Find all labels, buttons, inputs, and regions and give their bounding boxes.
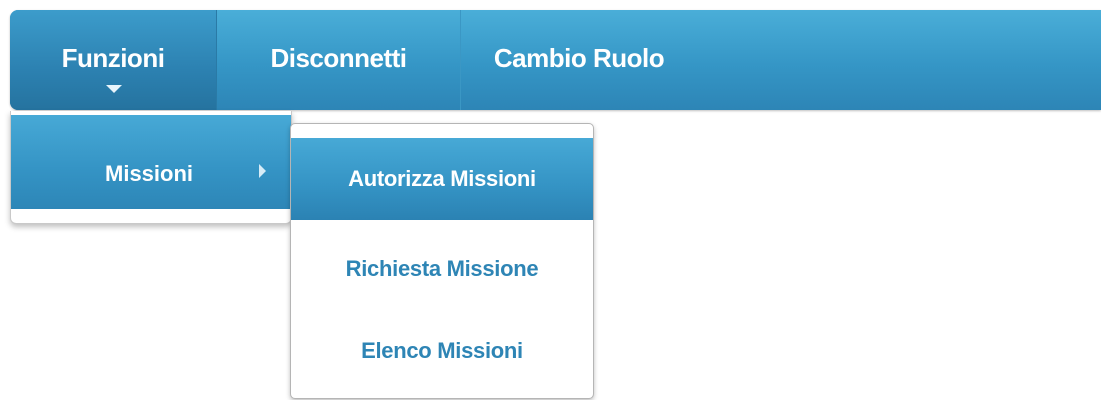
page: Funzioni Disconnetti Cambio Ruolo Missio… <box>0 0 1101 400</box>
nav-item-label: Cambio Ruolo <box>493 42 665 73</box>
submenu-item-label: Elenco Missioni <box>361 338 523 363</box>
chevron-right-icon <box>259 164 266 178</box>
menu-item-label: Missioni <box>105 161 194 186</box>
menu-item-missioni[interactable]: Missioni <box>11 115 291 209</box>
nav-item-label: Disconnetti <box>270 42 407 73</box>
submenu-item-label: Richiesta Missione <box>345 256 539 281</box>
chevron-down-icon <box>106 85 122 93</box>
submenu-item-label: Autorizza Missioni <box>348 166 536 191</box>
submenu-item-autorizza-missioni[interactable]: Autorizza Missioni <box>291 138 593 220</box>
nav-item-disconnetti[interactable]: Disconnetti <box>217 10 461 110</box>
nav-item-funzioni[interactable]: Funzioni <box>10 10 217 110</box>
nav-item-label: Funzioni <box>61 42 165 73</box>
submenu-item-richiesta-missione[interactable]: Richiesta Missione <box>291 228 593 310</box>
main-navbar: Funzioni Disconnetti Cambio Ruolo <box>10 10 1101 110</box>
submenu-item-elenco-missioni[interactable]: Elenco Missioni <box>291 310 593 392</box>
funzioni-dropdown-menu: Missioni <box>10 111 292 224</box>
nav-item-cambio-ruolo[interactable]: Cambio Ruolo <box>461 10 697 110</box>
missioni-submenu: Autorizza Missioni Richiesta Missione El… <box>290 123 594 399</box>
